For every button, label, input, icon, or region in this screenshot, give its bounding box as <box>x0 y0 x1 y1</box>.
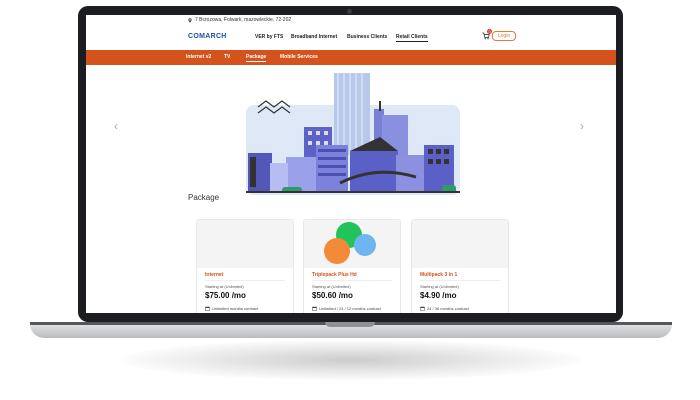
starting-label: Starting at (Unlimited) <box>205 284 244 289</box>
contract-text: 24 / 36 months contract <box>427 306 469 311</box>
card-image <box>197 220 293 268</box>
tab-tv[interactable]: TV <box>224 54 230 60</box>
location-pin-icon <box>188 17 192 23</box>
divider <box>420 280 500 281</box>
address-bar: 7 Brzozowa, Folwark, mazowieckie, 72-202 <box>188 17 291 23</box>
top-nav: COMARCH VER by FTS Broadband Internet Bu… <box>86 29 616 49</box>
calendar-icon <box>312 306 317 311</box>
calendar-icon <box>205 306 210 311</box>
package-card[interactable]: Triplepack Plus Hd Starting at (Unlimite… <box>303 219 401 313</box>
laptop-notch <box>325 322 375 327</box>
card-title[interactable]: Multipack 3 in 1 <box>420 272 457 278</box>
nav-ver-by-fts[interactable]: VER by FTS <box>255 34 283 40</box>
contract-text: Unlimited months contract <box>212 306 259 311</box>
laptop-shadow <box>120 340 580 380</box>
contract-text: Unlimited / 24 / 12 months contract <box>319 306 381 311</box>
laptop-screen: 7 Brzozowa, Folwark, mazowieckie, 72-202… <box>86 15 616 313</box>
card-title[interactable]: Triplepack Plus Hd <box>312 272 357 278</box>
chevron-left-icon[interactable]: ‹ <box>114 119 118 133</box>
chevron-right-icon[interactable]: › <box>580 119 584 133</box>
sub-nav: Internet v2 TV Package Mobile Services <box>86 50 616 65</box>
comarch-logo[interactable]: COMARCH <box>188 33 227 40</box>
package-card[interactable]: Internet Starting at (Unlimited) $75.00 … <box>196 219 294 313</box>
package-card[interactable]: Multipack 3 in 1 Starting at (Unlimited)… <box>411 219 509 313</box>
starting-label: Starting at (Unlimited) <box>312 284 351 289</box>
price: $4.90 /mo <box>420 291 457 300</box>
phone-bubble <box>324 238 350 264</box>
tab-package[interactable]: Package <box>246 54 267 62</box>
divider <box>312 280 392 281</box>
globe-bubble <box>354 234 376 256</box>
card-title[interactable]: Internet <box>205 272 223 278</box>
section-title: Package <box>188 193 220 202</box>
tab-mobile-services[interactable]: Mobile Services <box>280 54 318 60</box>
contract-info: Unlimited / 24 / 12 months contract <box>312 306 381 311</box>
calendar-icon <box>420 306 425 311</box>
contract-info: Unlimited months contract <box>205 306 258 311</box>
login-button[interactable]: Login <box>492 31 516 41</box>
tab-internet-v2[interactable]: Internet v2 <box>186 54 211 60</box>
nav-retail-clients[interactable]: Retail Clients <box>396 34 428 42</box>
nav-broadband-internet[interactable]: Broadband Internet <box>291 34 337 40</box>
card-image <box>412 220 508 268</box>
price: $75.00 /mo <box>205 291 246 300</box>
webcam <box>347 9 352 14</box>
divider <box>205 280 285 281</box>
city-illustration <box>246 73 460 195</box>
address-text: 7 Brzozowa, Folwark, mazowieckie, 72-202 <box>195 17 292 23</box>
card-image <box>304 220 400 268</box>
contract-info: 24 / 36 months contract <box>420 306 469 311</box>
starting-label: Starting at (Unlimited) <box>420 284 459 289</box>
price: $50.60 /mo <box>312 291 353 300</box>
nav-business-clients[interactable]: Business Clients <box>347 34 387 40</box>
